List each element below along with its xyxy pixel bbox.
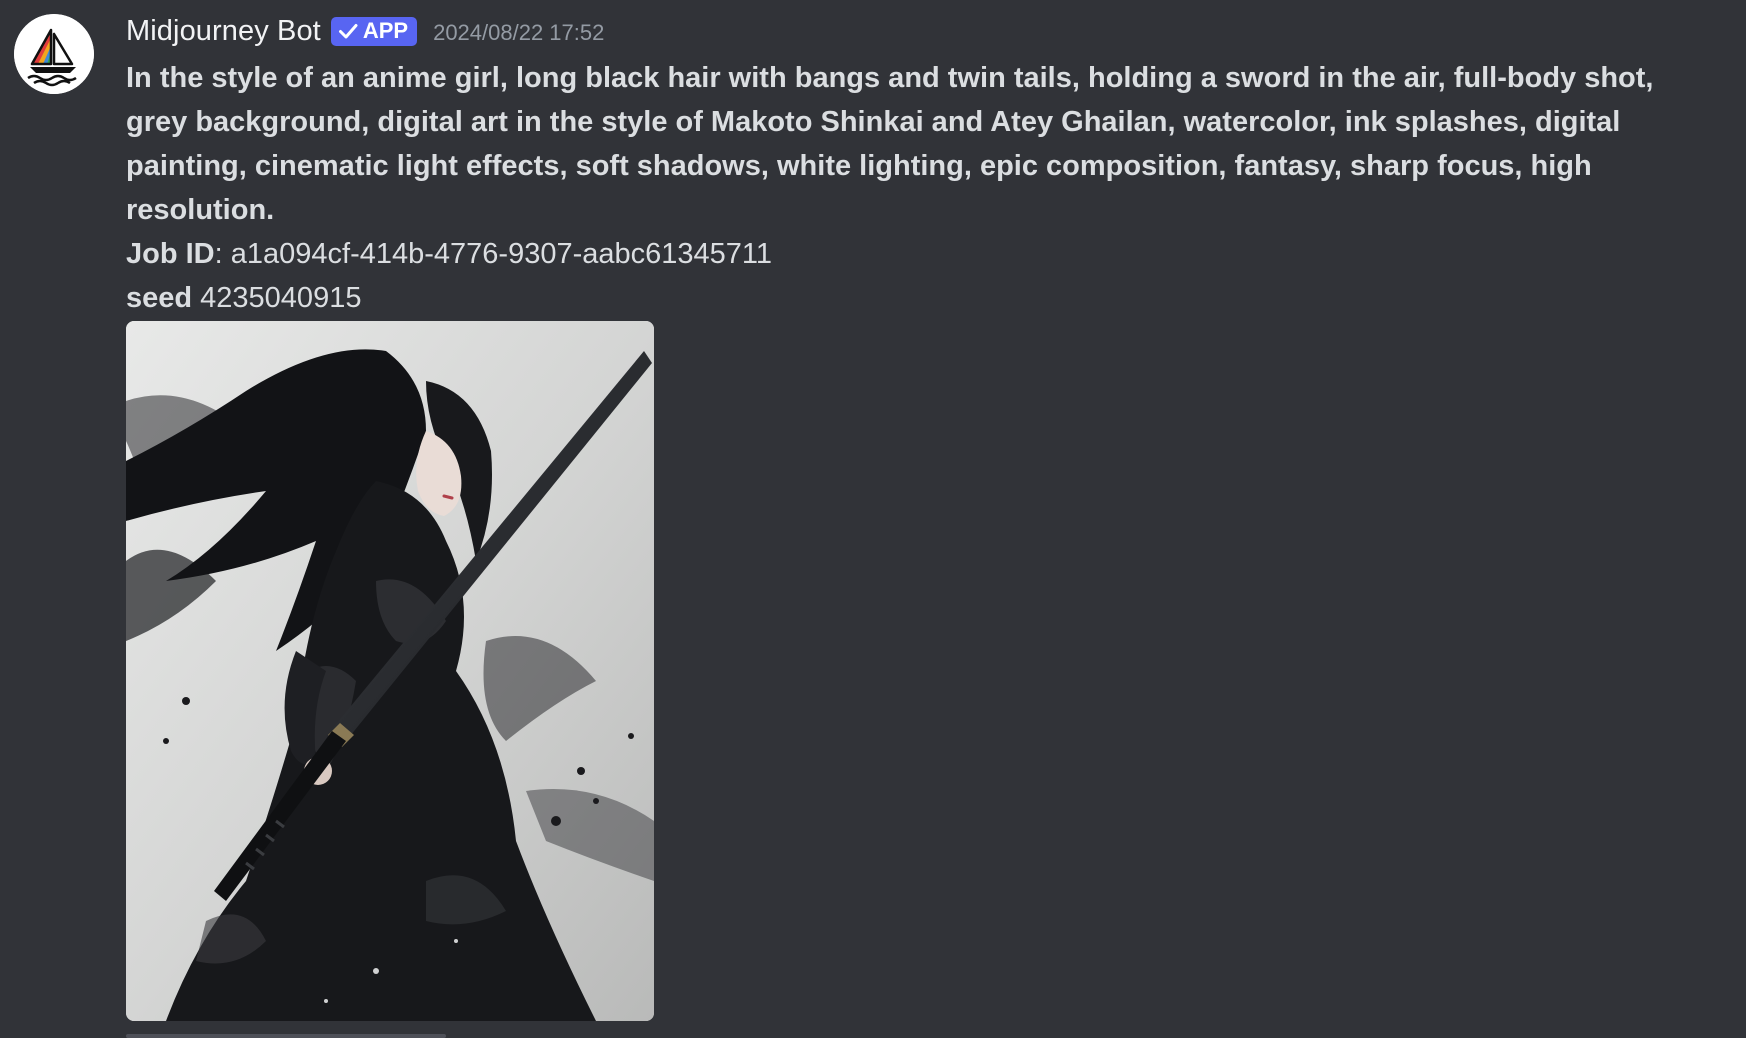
- chat-message: Midjourney Bot APP 2024/08/22 17:52 In t…: [0, 0, 1746, 1038]
- message-content: Midjourney Bot APP 2024/08/22 17:52 In t…: [126, 10, 1716, 320]
- checkmark-icon: [338, 24, 358, 39]
- bot-avatar[interactable]: [14, 14, 94, 94]
- job-id-value: : a1a094cf-414b-4776-9307-aabc61345711: [214, 238, 772, 270]
- seed-label: seed: [126, 282, 193, 314]
- midjourney-sailboat-icon: [14, 14, 94, 94]
- generated-image[interactable]: [126, 321, 654, 1021]
- app-badge: APP: [330, 16, 418, 46]
- app-badge-label: APP: [362, 18, 409, 43]
- job-id-line: Job ID: a1a094cf-414b-4776-9307-aabc6134…: [126, 232, 1716, 276]
- job-id-label: Job ID: [126, 238, 215, 270]
- seed-line: seed 4235040915: [126, 276, 1716, 320]
- prompt-text: In the style of an anime girl, long blac…: [126, 62, 1654, 226]
- message-header: Midjourney Bot APP 2024/08/22 17:52: [126, 10, 1716, 52]
- author-name[interactable]: Midjourney Bot: [126, 15, 321, 48]
- seed-value: 4235040915: [192, 282, 362, 314]
- anime-swordswoman-artwork: [126, 321, 654, 1021]
- next-attachment-edge: [126, 1034, 446, 1038]
- message-timestamp[interactable]: 2024/08/22 17:52: [433, 20, 604, 46]
